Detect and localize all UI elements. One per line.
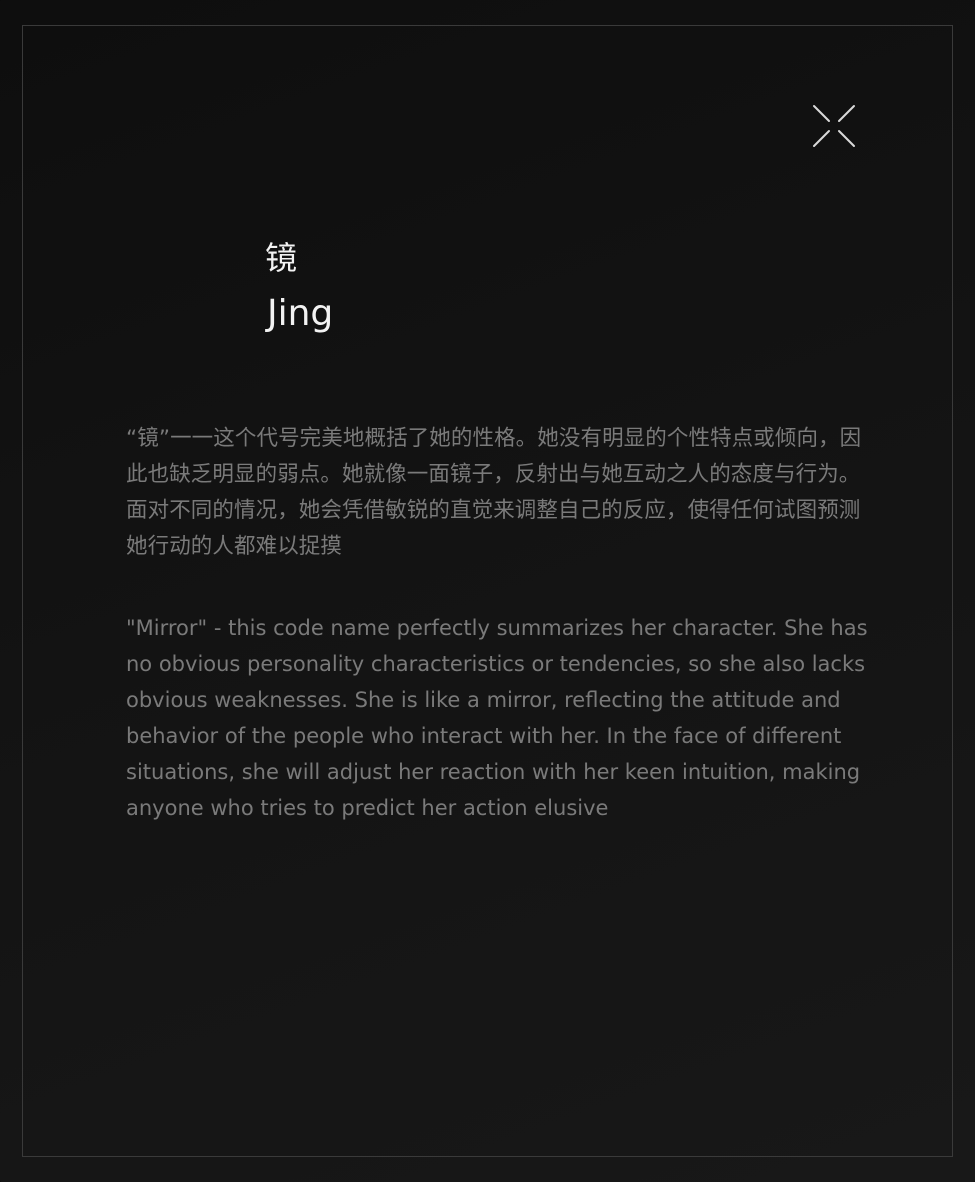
close-icon (813, 105, 855, 147)
character-name-english: Jing (267, 293, 334, 334)
character-card: 镜 Jing “镜”一一这个代号完美地概括了她的性格。她没有明显的个性特点或倾向… (0, 0, 975, 1182)
character-description-english: "Mirror" - this code name perfectly summ… (126, 616, 868, 820)
close-button[interactable] (812, 104, 856, 148)
card-frame (22, 25, 953, 1157)
character-name-chinese: 镜 (265, 239, 298, 277)
character-description-chinese: “镜”一一这个代号完美地概括了她的性格。她没有明显的个性特点或倾向，因此也缺乏明… (126, 426, 862, 559)
